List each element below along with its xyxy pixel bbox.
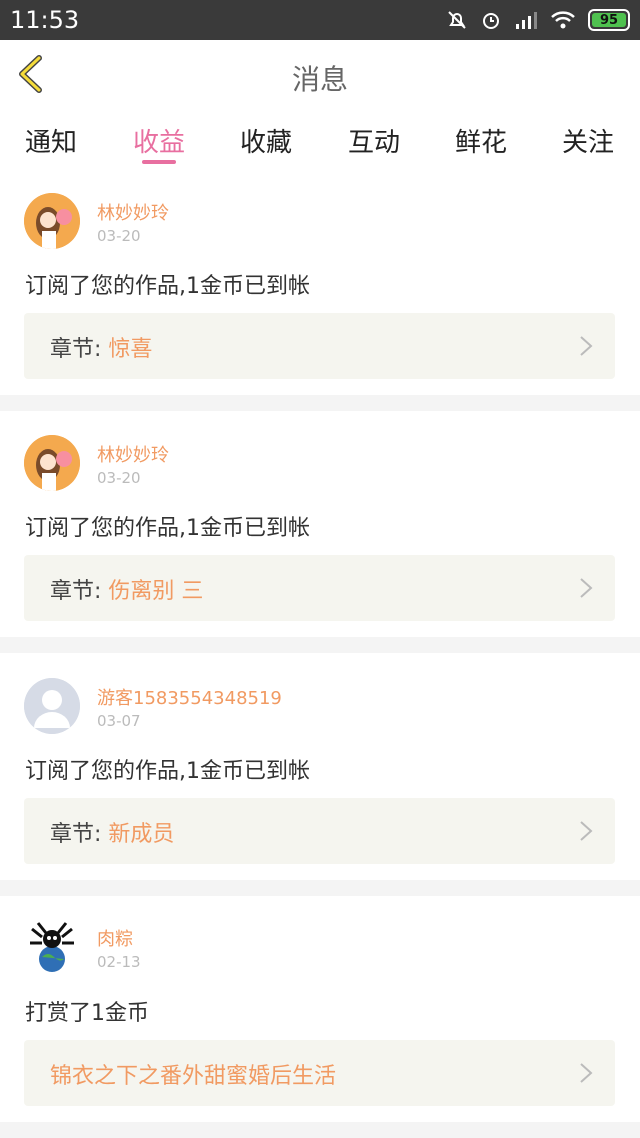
chapter-link[interactable]: 章节: 伤离别 三	[24, 555, 615, 621]
message-card: 林妙妙玲 03-20 订阅了您的作品,1金币已到帐 章节: 惊喜	[0, 173, 640, 395]
work-title: 锦衣之下之番外甜蜜婚后生活	[50, 1064, 337, 1089]
chapter-label: 章节:	[50, 579, 102, 604]
message-text: 订阅了您的作品,1金币已到帐	[25, 759, 310, 784]
signal-icon	[516, 12, 537, 29]
message-card: 肉粽 02-13 打赏了1金币 锦衣之下之番外甜蜜婚后生活	[0, 896, 640, 1122]
tab-bar: 通知 收益 收藏 互动 鲜花 关注	[0, 110, 640, 173]
chapter-name: 惊喜	[108, 337, 153, 362]
chapter-label-row: 章节: 新成员	[50, 816, 174, 848]
wifi-icon	[551, 11, 575, 29]
message-card: 林妙妙玲 03-20 订阅了您的作品,1金币已到帐 章节: 伤离别 三	[0, 411, 640, 637]
user-name[interactable]: 林妙妙玲	[97, 441, 169, 467]
globe-character-avatar[interactable]	[24, 919, 80, 975]
message-text: 订阅了您的作品,1金币已到帐	[25, 516, 310, 541]
message-date: 03-07	[97, 712, 141, 730]
user-name[interactable]: 肉粽	[97, 925, 133, 951]
tab-earnings[interactable]: 收益	[109, 122, 209, 159]
active-tab-indicator	[142, 160, 176, 164]
chevron-right-icon	[580, 578, 593, 598]
battery-icon: 95	[588, 9, 630, 31]
battery-level: 95	[599, 12, 619, 28]
status-time: 11:53	[10, 6, 80, 34]
user-name[interactable]: 游客1583554348519	[97, 684, 282, 710]
tab-flowers[interactable]: 鲜花	[431, 122, 531, 159]
header: 消息	[0, 40, 640, 111]
chapter-link[interactable]: 章节: 新成员	[24, 798, 615, 864]
page-title: 消息	[291, 63, 348, 96]
chapter-label-row: 章节: 惊喜	[50, 331, 152, 363]
chevron-right-icon	[580, 336, 593, 356]
message-date: 03-20	[97, 469, 141, 487]
chapter-link[interactable]: 章节: 惊喜	[24, 313, 615, 379]
chevron-right-icon	[580, 821, 593, 841]
chevron-right-icon	[580, 1063, 593, 1083]
mute-bell-icon	[448, 11, 466, 29]
alarm-icon	[483, 13, 499, 29]
chapter-label-row: 章节: 伤离别 三	[50, 573, 203, 605]
status-bar: 11:53 95	[0, 0, 640, 40]
message-date: 02-13	[97, 953, 141, 971]
chapter-label-row: 锦衣之下之番外甜蜜婚后生活	[50, 1058, 336, 1090]
message-text: 打赏了1金币	[25, 1001, 149, 1026]
message-card: 游客1583554348519 03-07 订阅了您的作品,1金币已到帐 章节:…	[0, 653, 640, 880]
tab-following[interactable]: 关注	[538, 122, 638, 159]
tab-notifications[interactable]: 通知	[1, 122, 101, 159]
message-date: 03-20	[97, 227, 141, 245]
chapter-label: 章节:	[50, 822, 102, 847]
user-name[interactable]: 林妙妙玲	[97, 199, 169, 225]
cartoon-girl-avatar[interactable]	[24, 193, 80, 249]
tab-favorites[interactable]: 收藏	[216, 122, 316, 159]
cartoon-girl-avatar[interactable]	[24, 435, 80, 491]
default-user-avatar[interactable]	[24, 678, 80, 734]
message-text: 订阅了您的作品,1金币已到帐	[25, 274, 310, 299]
chapter-name: 新成员	[108, 822, 175, 847]
chapter-label: 章节:	[50, 337, 102, 362]
work-link[interactable]: 锦衣之下之番外甜蜜婚后生活	[24, 1040, 615, 1106]
status-icons: 95	[446, 8, 630, 32]
tab-interactions[interactable]: 互动	[324, 122, 424, 159]
chapter-name: 伤离别 三	[108, 579, 204, 604]
